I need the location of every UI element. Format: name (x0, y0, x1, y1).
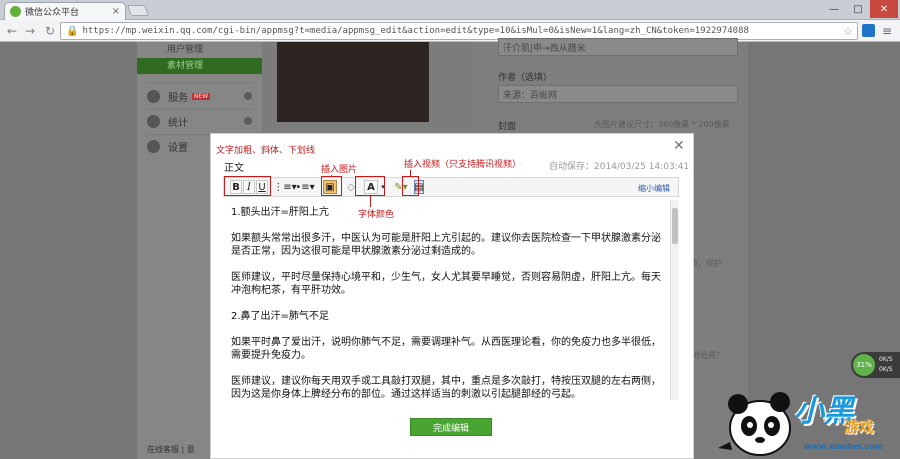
extension-icon[interactable] (862, 24, 875, 37)
close-icon[interactable]: ✕ (673, 138, 685, 154)
sidebar-item-stats[interactable]: 统计 (147, 112, 252, 130)
source-field[interactable]: 来源：百帐网 (498, 85, 738, 103)
annotation-box-color (355, 176, 385, 196)
preview-image (277, 42, 429, 122)
cover-label: 封面 (498, 122, 517, 132)
sidebar-item-label: 设置 (168, 142, 188, 154)
browser-toolbar: ← → ↻ 🔒 https://mp.weixin.qq.com/cgi-bin… (0, 20, 900, 42)
wechat-favicon-icon (10, 6, 21, 17)
stats-icon (147, 114, 160, 128)
unordered-list-icon[interactable]: •≡▾ (295, 180, 314, 194)
annotation-text-format: 文字加粗、斜体、下划线 (216, 143, 318, 156)
maximize-icon[interactable]: □ (846, 0, 870, 18)
address-bar[interactable]: 🔒 https://mp.weixin.qq.com/cgi-bin/appms… (60, 22, 858, 40)
scrollbar-thumb[interactable] (672, 208, 678, 244)
expand-icon[interactable] (244, 117, 252, 125)
site-logo: 小黑 游戏 www.xiaohei.com (718, 382, 900, 459)
collapse-editor-link[interactable]: 缩小编辑 (638, 183, 670, 194)
bookmark-star-icon[interactable]: ☆ (843, 25, 853, 38)
annotation-box-image (321, 176, 342, 196)
paragraph: 如果额头常常出很多汗，中医认为可能是肝阳上亢引起的。建议你去医院检查一下甲状腺激… (231, 233, 661, 257)
minimize-icon[interactable]: — (822, 0, 846, 18)
sidebar-item-user-manage[interactable]: 用户管理 (167, 42, 203, 55)
lock-icon: 🔒 (66, 25, 79, 37)
sidebar-item-material-manage[interactable]: 素材管理 (137, 58, 262, 74)
gear-icon (147, 139, 160, 153)
reload-icon[interactable]: ↻ (42, 24, 58, 38)
sidebar-item-label: 服务 (168, 92, 188, 104)
title-field[interactable]: 汗介肌|申→西从腊米 (498, 38, 738, 56)
new-badge: NEW (192, 92, 211, 100)
editor-content[interactable]: 1.额头出汗=肝阳上亢 如果额头常常出很多汗，中医认为可能是肝阳上亢引起的。建议… (223, 200, 669, 400)
annotation-font-color: 字体颜色 (358, 207, 395, 220)
sidebar-divider (147, 109, 252, 110)
percent-indicator: 31% (853, 354, 875, 376)
annotation-insert-video: 插入视频（只支持腾讯视频） (404, 157, 522, 170)
network-speed-widget[interactable]: 31% 0K/S 0K/S (851, 352, 900, 378)
side-hint: 致，保护 (690, 259, 722, 268)
tab-close-icon[interactable]: × (112, 6, 120, 17)
new-tab-button[interactable] (126, 5, 150, 16)
editor-scrollbar[interactable] (670, 200, 679, 400)
editor-label: 正文 (224, 163, 244, 174)
ordered-list-icon[interactable]: ⋮≡▾ (273, 180, 296, 194)
url-text[interactable]: https://mp.weixin.qq.com/cgi-bin/appmsg?… (82, 26, 843, 36)
annotation-box-video (402, 176, 419, 196)
panda-icon (718, 392, 791, 456)
annotation-insert-image: 插入图片 (321, 162, 358, 175)
window-close-icon[interactable]: ✕ (870, 0, 898, 18)
editor-dialog: ✕ 正文 自动保存：2014/03/25 14:03:41 B I U ⋮≡▾ … (210, 133, 694, 459)
paragraph: 如果平时鼻了爱出汗，说明你肺气不足，需要调理补气。从西医理论看，你的免疫力也多半… (231, 337, 661, 361)
logo-url-text: www.xiaohei.com (804, 442, 883, 451)
editor-toolbar: B I U ⋮≡▾ •≡▾ ▣ ◇ A ▾ ✎▾ ▤ 缩小编辑 (223, 177, 679, 197)
annotation-line (370, 196, 371, 207)
browser-tab[interactable]: 微信公众平台 × (4, 2, 126, 20)
autosave-status: 自动保存：2014/03/25 14:03:41 (549, 162, 690, 172)
expand-icon[interactable] (244, 92, 252, 100)
tab-title: 微信公众平台 (25, 8, 80, 18)
author-label: 作者（选填） (498, 73, 553, 83)
back-arrow-icon[interactable]: ← (4, 24, 20, 38)
paragraph: 1.额头出汗=肝阳上亢 (231, 207, 329, 218)
sidebar-item-service[interactable]: 服务 NEW (147, 87, 252, 105)
browser-menu-icon[interactable]: ≡ (882, 24, 892, 38)
paragraph: 医师建议，平时尽量保持心境平和，少生气，女人尤其要早睡觉，否则容易阴虚，肝阳上亢… (231, 272, 661, 296)
paragraph: 2.鼻了出汗=肺气不足 (231, 311, 329, 322)
download-speed: 0K/S (879, 366, 893, 373)
forward-arrow-icon[interactable]: → (22, 24, 38, 38)
upload-speed: 0K/S (879, 356, 893, 363)
sidebar-divider (147, 82, 252, 83)
cover-size-hint: 大图片建议尺寸：360像素 * 200像素 (594, 120, 730, 129)
service-icon (147, 89, 160, 103)
annotation-box-format (224, 176, 271, 196)
sidebar-item-label: 统计 (168, 117, 188, 129)
logo-sub-text: 游戏 (844, 418, 875, 436)
done-editing-button[interactable]: 完成编辑 (410, 418, 492, 436)
paragraph: 医师建议，建议你每天用双手或工具敲打双腿，其中，重点是多次敲打，特按压双腿的左右… (231, 376, 661, 400)
browser-titlebar: 微信公众平台 × — □ ✕ (0, 0, 900, 20)
